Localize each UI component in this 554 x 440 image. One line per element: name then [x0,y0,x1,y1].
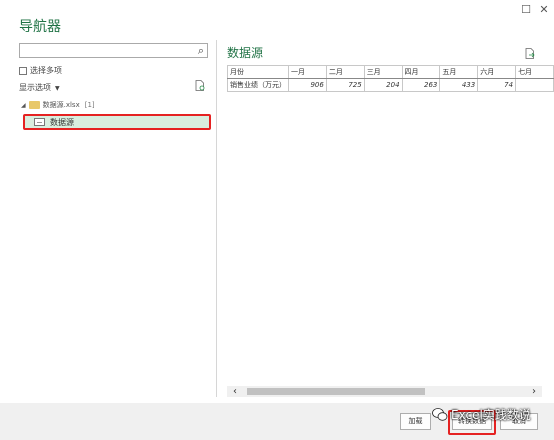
table-cell: 906 [288,78,327,92]
table-cell: 433 [439,78,479,92]
close-icon: ✕ [539,3,549,16]
tree-item-sheet[interactable]: 数据源 [23,114,211,130]
multi-select-checkbox[interactable] [19,66,27,75]
table-row: 销售业绩（万元） 906 725 204 263 433 74 [227,78,554,92]
column-header[interactable]: 一月 [288,65,327,79]
scroll-left-icon[interactable]: ‹ [229,386,241,397]
wechat-icon [432,408,448,421]
load-button[interactable]: 加载 [400,413,431,430]
column-header[interactable]: 七月 [515,65,554,79]
file-item-count: [1] [84,101,95,109]
horizontal-scrollbar[interactable]: ‹ › [227,386,542,397]
scrollbar-thumb[interactable] [247,388,425,395]
table-cell: 204 [363,78,403,92]
table-cell [515,78,554,92]
multi-select-option[interactable]: 选择多项 [19,65,62,76]
table-cell: 74 [477,78,517,92]
collapse-triangle-icon[interactable]: ◢ [21,102,26,109]
close-button[interactable]: ✕ [537,3,551,17]
table-cell: 销售业绩（万元） [227,78,289,92]
pane-divider[interactable] [216,40,217,397]
refresh-document-icon[interactable] [195,80,205,91]
column-header[interactable]: 三月 [363,65,403,79]
tree-item-file[interactable]: ◢ 数据源.xlsx [1] [21,100,95,110]
sheet-name: 数据源 [50,117,74,127]
preview-table[interactable]: 月份 一月 二月 三月 四月 五月 六月 七月 销售业绩（万元） 906 725… [227,65,554,95]
table-cell: 263 [401,78,441,92]
restore-button[interactable]: ☐ [519,3,533,17]
export-icon[interactable] [525,48,535,59]
column-header[interactable]: 五月 [439,65,479,79]
table-cell: 725 [325,78,365,92]
folder-icon [28,101,40,109]
table-header-row: 月份 一月 二月 三月 四月 五月 六月 七月 [227,65,554,79]
column-header[interactable]: 四月 [401,65,441,79]
dialog-title: 导航器 [19,19,61,35]
search-icon[interactable]: ⌕ [198,44,204,57]
table-icon [34,118,45,126]
scroll-right-icon[interactable]: › [528,386,540,397]
multi-select-label: 选择多项 [30,66,62,75]
file-name: 数据源.xlsx [42,101,80,109]
chevron-down-icon: ▼ [55,85,60,92]
column-header[interactable]: 二月 [325,65,365,79]
display-options-dropdown[interactable]: 显示选项 ▼ [19,82,60,93]
watermark: Excel实践数说 [432,406,531,423]
column-header[interactable]: 六月 [477,65,517,79]
search-box[interactable]: ⌕ [19,43,208,58]
column-header[interactable]: 月份 [227,65,289,79]
watermark-text: Excel实践数说 [451,408,531,422]
display-options-label: 显示选项 [19,83,51,92]
restore-icon: ☐ [521,3,531,16]
preview-title: 数据源 [227,46,264,60]
